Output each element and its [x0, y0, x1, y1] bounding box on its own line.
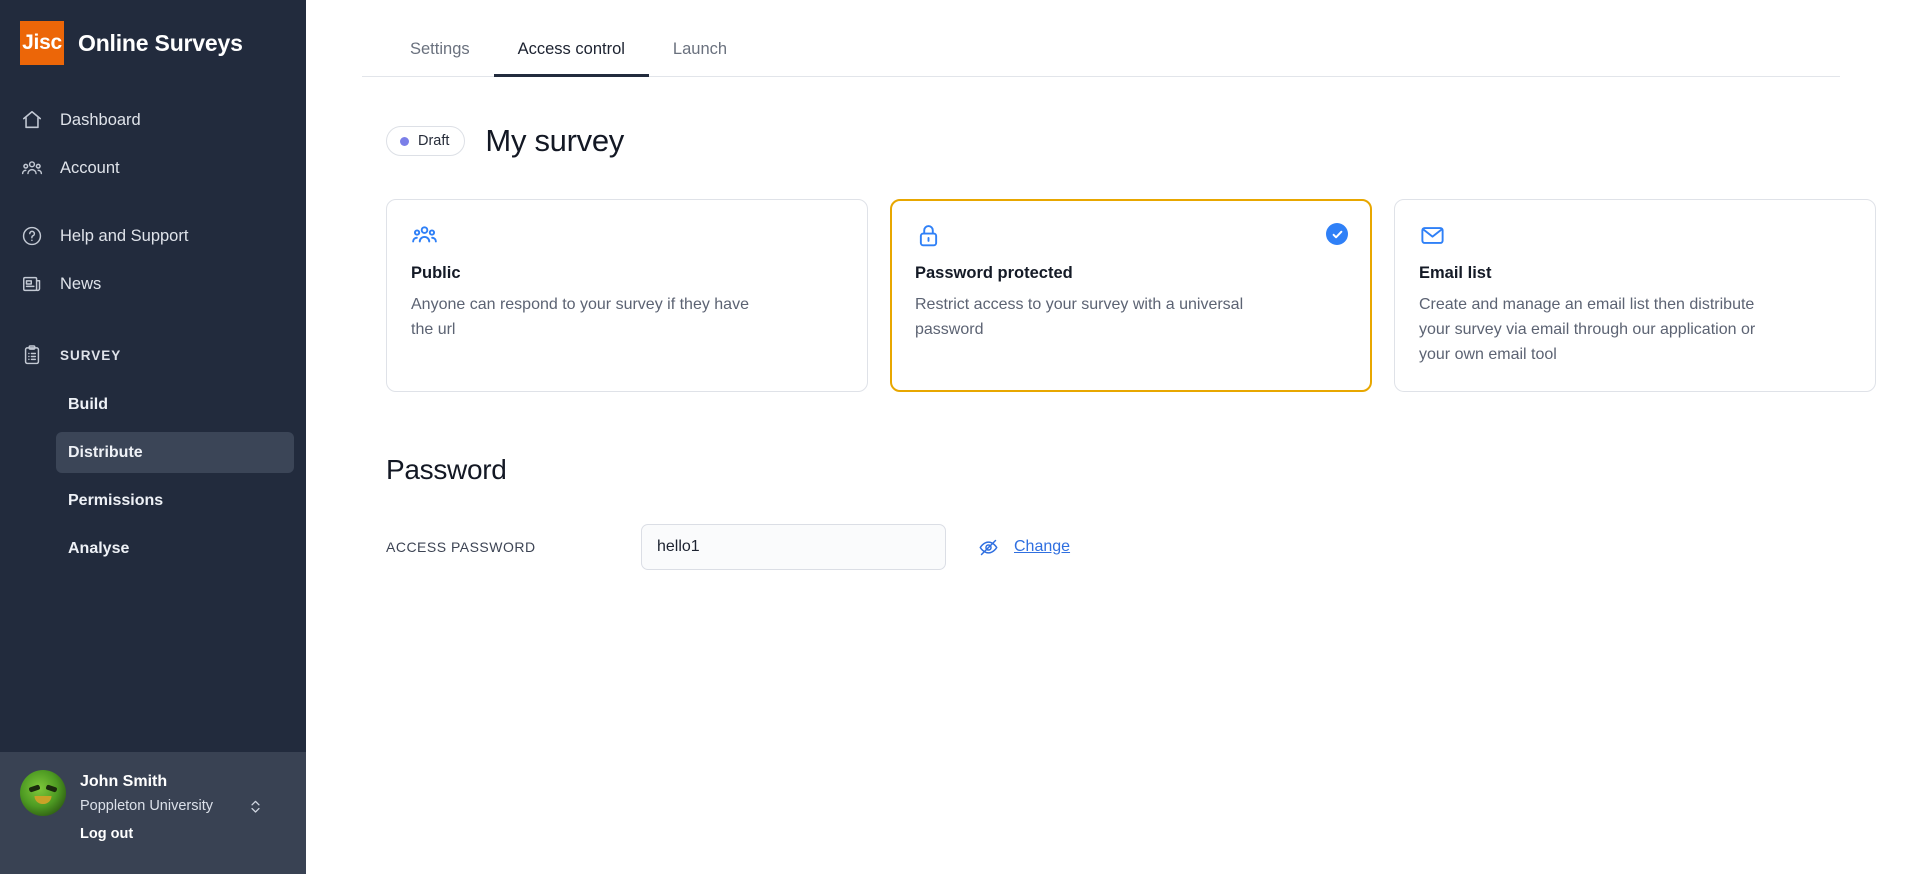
- sidebar-item-news[interactable]: News: [0, 260, 306, 308]
- sidebar-item-label: Help and Support: [60, 226, 189, 245]
- newspaper-icon: [20, 272, 44, 296]
- status-badge-label: Draft: [418, 133, 450, 149]
- page-title: My survey: [485, 123, 624, 158]
- sidebar-item-label: Build: [68, 395, 108, 413]
- user-panel: John Smith Poppleton University Log out: [0, 752, 306, 874]
- access-option-title: Public: [411, 264, 461, 282]
- access-options-group: Public Anyone can respond to your survey…: [386, 199, 1876, 392]
- sidebar-item-help-and-support[interactable]: Help and Support: [0, 212, 306, 260]
- status-badge: Draft: [386, 126, 466, 156]
- access-option-email-list[interactable]: Email list Create and manage an email li…: [1394, 199, 1876, 392]
- access-password-label: ACCESS PASSWORD: [386, 539, 536, 555]
- chevron-up-down-icon[interactable]: [249, 797, 286, 816]
- people-icon: [20, 156, 44, 180]
- access-password-field-row: ACCESS PASSWORD Change: [386, 524, 1917, 570]
- sidebar-section-survey[interactable]: SURVEY: [0, 332, 306, 378]
- logout-link[interactable]: Log out: [80, 826, 133, 842]
- sidebar-item-label: Distribute: [68, 443, 143, 461]
- sidebar-item-label: News: [60, 274, 102, 293]
- user-organisation: Poppleton University: [80, 798, 213, 814]
- access-option-description: Restrict access to your survey with a un…: [915, 296, 1244, 338]
- access-option-description: Create and manage an email list then dis…: [1419, 296, 1756, 363]
- status-dot-icon: [400, 136, 409, 146]
- home-icon: [20, 108, 44, 132]
- survey-sub-nav: Build Distribute Permissions Analyse: [0, 384, 306, 569]
- access-option-public[interactable]: Public Anyone can respond to your survey…: [386, 199, 868, 392]
- nav-divider-space: [0, 192, 306, 212]
- change-password-link[interactable]: Change: [1014, 538, 1070, 556]
- avatar[interactable]: [20, 770, 66, 816]
- sidebar-item-label: Analyse: [68, 539, 130, 557]
- tab-launch[interactable]: Launch: [649, 30, 751, 77]
- password-section-heading: Password: [386, 454, 507, 485]
- clipboard-list-icon: [20, 343, 44, 367]
- sidebar-item-permissions[interactable]: Permissions: [56, 480, 294, 521]
- sidebar-item-label: Account: [60, 158, 120, 177]
- page-header: Draft My survey: [386, 123, 1917, 159]
- access-password-input[interactable]: [641, 524, 946, 570]
- sidebar-item-dashboard[interactable]: Dashboard: [0, 96, 306, 144]
- user-meta: John Smith Poppleton University Log out: [80, 770, 286, 843]
- lock-icon: [915, 222, 1347, 252]
- avatar-beak: [34, 796, 52, 804]
- envelope-icon: [1419, 222, 1851, 252]
- user-org-row: Poppleton University: [80, 793, 286, 819]
- people-group-icon: [411, 222, 843, 252]
- tab-access-control[interactable]: Access control: [493, 30, 649, 77]
- main-content: Settings Access control Launch Draft My …: [306, 0, 1917, 874]
- sidebar-section-label: SURVEY: [60, 347, 122, 363]
- tab-settings[interactable]: Settings: [386, 30, 494, 77]
- jisc-logo: Jisc: [20, 21, 64, 65]
- access-option-password-protected[interactable]: Password protected Restrict access to yo…: [890, 199, 1372, 392]
- product-name: Online Surveys: [78, 29, 243, 56]
- sidebar-item-label: Dashboard: [60, 110, 141, 129]
- sidebar: Jisc Online Surveys Dashboard Account He…: [0, 0, 306, 874]
- access-option-description: Anyone can respond to your survey if the…: [411, 296, 749, 338]
- brand-header[interactable]: Jisc Online Surveys: [0, 0, 306, 66]
- access-option-title: Email list: [1419, 264, 1492, 282]
- user-name: John Smith: [80, 773, 168, 790]
- access-option-title: Password protected: [915, 264, 1073, 282]
- app-root: Jisc Online Surveys Dashboard Account He…: [0, 0, 1917, 874]
- password-field-actions: Change: [978, 537, 1070, 558]
- sidebar-item-distribute[interactable]: Distribute: [56, 432, 294, 473]
- primary-nav: Dashboard Account Help and Support News …: [0, 96, 306, 576]
- sidebar-item-label: Permissions: [68, 491, 164, 509]
- eye-off-icon[interactable]: [978, 537, 999, 558]
- sidebar-item-analyse[interactable]: Analyse: [56, 528, 294, 569]
- sidebar-item-account[interactable]: Account: [0, 144, 306, 192]
- question-circle-icon: [20, 224, 44, 248]
- selected-check-icon: [1326, 223, 1348, 245]
- sidebar-item-build[interactable]: Build: [56, 384, 294, 425]
- tab-bar: Settings Access control Launch: [362, 30, 1840, 77]
